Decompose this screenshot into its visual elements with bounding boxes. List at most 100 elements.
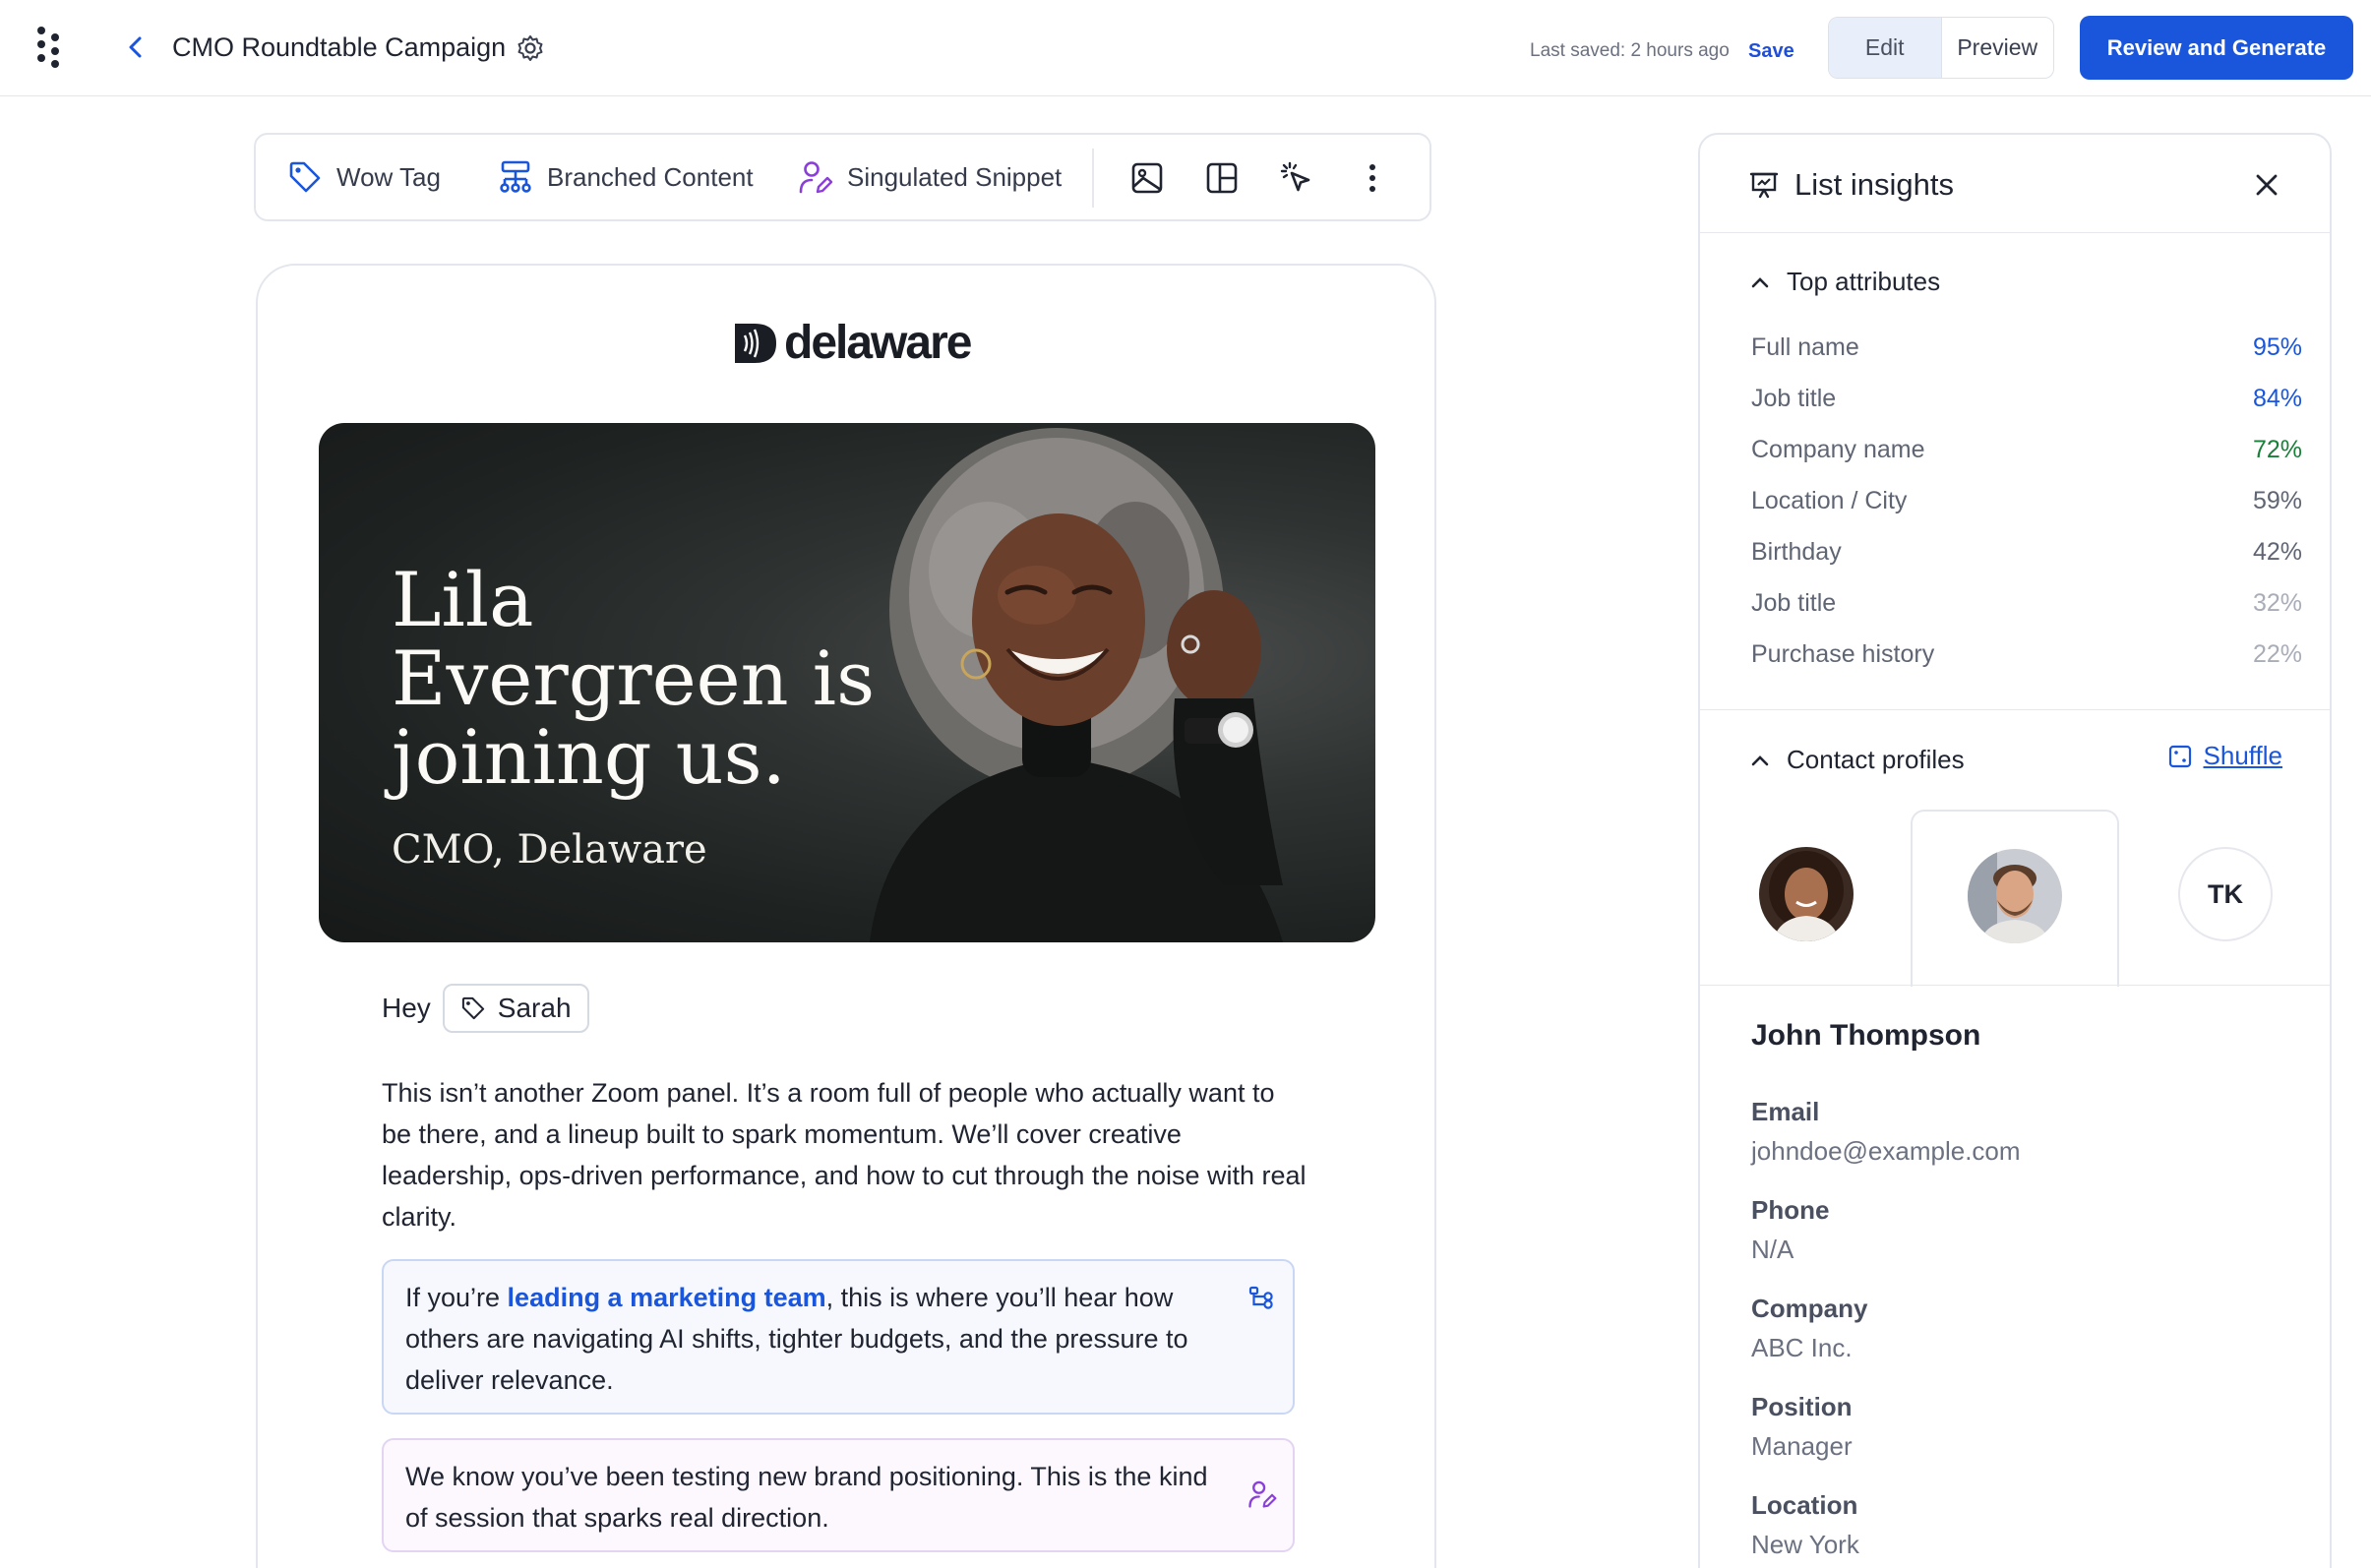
back-button[interactable] xyxy=(118,30,153,65)
profile-option[interactable]: TK xyxy=(2121,810,2330,987)
email-body-paragraph[interactable]: This isn’t another Zoom panel. It’s a ro… xyxy=(382,1072,1307,1237)
contact-profiles-toggle[interactable]: Contact profiles xyxy=(1751,745,1965,775)
attribute-row: Job title 84% xyxy=(1751,373,2302,424)
delaware-mark-icon xyxy=(735,324,776,363)
attribute-row: Birthday 42% xyxy=(1751,526,2302,577)
hero-subtitle: CMO, Delaware xyxy=(392,827,707,873)
field-value: Manager xyxy=(1751,1431,1853,1461)
avatar-woman xyxy=(1759,847,1854,941)
cursor-click-icon xyxy=(1280,161,1310,192)
presentation-chart-icon xyxy=(1749,172,1779,199)
hero-banner[interactable]: Lila Evergreen is joining us. CMO, Delaw… xyxy=(319,423,1375,942)
field-value: N/A xyxy=(1751,1235,1794,1264)
contact-field-email: Email johndoe@example.com xyxy=(1751,1095,2021,1170)
branched-content-tool[interactable]: Branched Content xyxy=(498,135,754,219)
greeting-text: Hey xyxy=(382,993,431,1023)
singulated-snippet-tool[interactable]: Singulated Snippet xyxy=(798,135,1062,219)
tag-icon xyxy=(461,996,484,1020)
attribute-name: Company name xyxy=(1751,436,1925,463)
contact-field-phone: Phone N/A xyxy=(1751,1193,1829,1268)
branched-prefix: If you’re xyxy=(405,1283,508,1312)
field-label: Position xyxy=(1751,1392,1853,1421)
profiles-divider xyxy=(1700,985,2330,986)
attribute-name: Job title xyxy=(1751,385,1837,412)
preview-mode-button[interactable]: Preview xyxy=(1942,18,2054,78)
attribute-percent: 22% xyxy=(2252,640,2302,668)
email-canvas: delaware Lila Evergreen is joining us. C… xyxy=(256,264,1436,1568)
attribute-percent: 72% xyxy=(2252,436,2302,463)
toolbar-divider xyxy=(1092,149,1094,208)
contact-profiles-label: Contact profiles xyxy=(1787,745,1965,774)
profile-option-selected[interactable] xyxy=(1911,810,2119,987)
branch-icon[interactable] xyxy=(1247,1283,1277,1312)
field-label: Company xyxy=(1751,1294,1868,1323)
recipient-name-tag[interactable]: Sarah xyxy=(442,984,589,1033)
attribute-name: Purchase history xyxy=(1751,640,1935,668)
attribute-percent: 32% xyxy=(2252,589,2302,617)
layout-icon xyxy=(1206,162,1238,194)
field-label: Email xyxy=(1751,1097,1820,1126)
save-link[interactable]: Save xyxy=(1748,37,1794,65)
profile-option[interactable] xyxy=(1702,810,1911,987)
branched-content-label: Branched Content xyxy=(547,161,754,192)
branch-tree-icon xyxy=(500,160,531,193)
review-and-generate-button[interactable]: Review and Generate xyxy=(2080,16,2353,80)
gear-icon[interactable] xyxy=(516,33,545,63)
insert-image-button[interactable] xyxy=(1126,157,1168,199)
user-edit-icon[interactable] xyxy=(1247,1479,1277,1509)
app-logo-icon[interactable] xyxy=(35,27,63,68)
avatar-man xyxy=(1968,849,2062,943)
attribute-row: Purchase history 22% xyxy=(1751,629,2302,680)
branched-content-block[interactable]: If you’re leading a marketing team, this… xyxy=(382,1259,1295,1415)
speaker-photo xyxy=(870,428,1283,942)
more-options-button[interactable] xyxy=(1352,157,1393,199)
shuffle-button[interactable]: Shuffle xyxy=(2168,741,2282,771)
hero-headline: Lila Evergreen is joining us. xyxy=(392,556,876,801)
dice-icon xyxy=(2168,745,2191,767)
user-edit-icon xyxy=(799,161,833,194)
attribute-name: Full name xyxy=(1751,333,1859,361)
singulated-snippet-block[interactable]: We know you’ve been testing new brand po… xyxy=(382,1438,1295,1552)
field-label: Phone xyxy=(1751,1195,1830,1225)
contact-field-position: Position Manager xyxy=(1751,1390,1853,1465)
mode-toggle: Edit Preview xyxy=(1828,17,2054,79)
list-insights-panel: List insights Top attributes Full name 95… xyxy=(1698,133,2332,1568)
attribute-percent: 59% xyxy=(2252,487,2302,514)
image-icon xyxy=(1131,162,1163,194)
attribute-name: Birthday xyxy=(1751,538,1842,566)
last-saved-status: Last saved: 2 hours ago xyxy=(1530,40,1730,61)
chevron-up-icon xyxy=(1751,754,1769,765)
avatar-initials: TK xyxy=(2178,847,2273,941)
chevron-up-icon xyxy=(1751,276,1769,287)
field-value: johndoe@example.com xyxy=(1751,1136,2021,1166)
wow-tag-label: Wow Tag xyxy=(336,161,441,192)
close-icon[interactable] xyxy=(2253,171,2280,199)
field-value: New York xyxy=(1751,1530,1859,1559)
top-attributes-label: Top attributes xyxy=(1787,267,1941,296)
branched-condition-highlight[interactable]: leading a marketing team xyxy=(508,1283,826,1312)
insert-layout-button[interactable] xyxy=(1201,157,1243,199)
attribute-percent: 95% xyxy=(2252,333,2302,361)
singulated-snippet-label: Singulated Snippet xyxy=(847,161,1063,192)
insights-header: List insights xyxy=(1700,135,2330,233)
brand-logo: delaware xyxy=(733,317,972,369)
campaign-title: CMO Roundtable Campaign xyxy=(172,32,507,62)
contact-field-company: Company ABC Inc. xyxy=(1751,1292,1867,1366)
brand-wordmark: delaware xyxy=(784,317,972,369)
shuffle-label: Shuffle xyxy=(2203,741,2282,770)
top-attributes-toggle[interactable]: Top attributes xyxy=(1751,267,1940,297)
contact-profiles-row: TK xyxy=(1700,810,2330,987)
editor-toolbar: Wow Tag Branched Content Singulated Snip… xyxy=(254,133,1431,221)
snippet-text: We know you’ve been testing new brand po… xyxy=(405,1462,1208,1533)
tag-icon xyxy=(289,161,321,193)
more-vertical-icon xyxy=(1369,164,1375,192)
insights-title: List insights xyxy=(1794,167,1954,202)
attribute-name: Job title xyxy=(1751,589,1837,617)
wow-tag-tool[interactable]: Wow Tag xyxy=(287,135,441,219)
section-divider xyxy=(1700,709,2330,710)
insert-interaction-button[interactable] xyxy=(1276,157,1317,199)
attribute-row: Company name 72% xyxy=(1751,424,2302,475)
contact-field-location: Location New York xyxy=(1751,1488,1859,1563)
edit-mode-button[interactable]: Edit xyxy=(1829,18,1942,78)
recipient-name: Sarah xyxy=(497,993,572,1023)
